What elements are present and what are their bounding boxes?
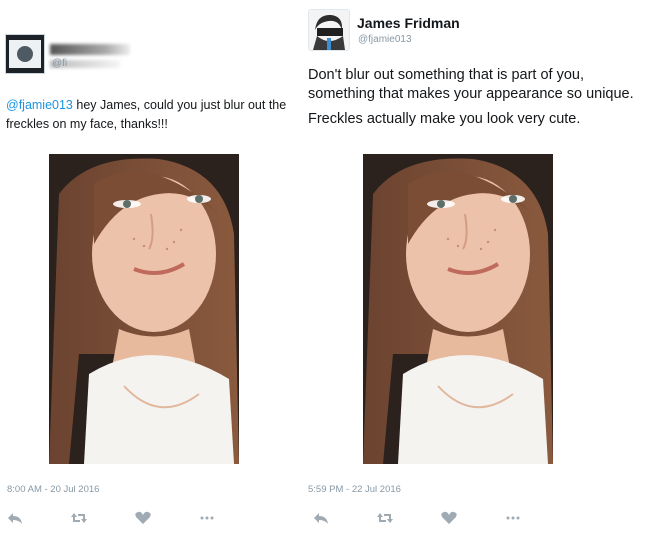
user-avatar[interactable] bbox=[5, 34, 45, 74]
avatar-emblem bbox=[17, 46, 33, 62]
author-name[interactable]: James Fridman bbox=[357, 15, 460, 31]
tweet-text: @fjamie013 hey James, could you just blu… bbox=[6, 96, 302, 134]
tweet-photo[interactable] bbox=[49, 154, 239, 464]
more-icon[interactable] bbox=[198, 510, 216, 526]
portrait-image bbox=[49, 154, 239, 464]
original-tweet: @fi @fjamie013 hey James, could you just… bbox=[0, 0, 300, 548]
heart-icon[interactable] bbox=[134, 510, 152, 526]
user-handle: @fi bbox=[52, 58, 68, 69]
tweet-paragraph: Freckles actually make you look very cut… bbox=[308, 111, 581, 127]
portrait-image bbox=[363, 154, 553, 464]
heart-icon[interactable] bbox=[440, 510, 458, 526]
tweet-text: Don't blur out something that is part of… bbox=[308, 66, 648, 135]
tweet-timestamp[interactable]: 8:00 AM - 20 Jul 2016 bbox=[7, 484, 99, 495]
reply-icon[interactable] bbox=[6, 510, 24, 526]
author-handle[interactable]: @fjamie013 bbox=[358, 34, 412, 45]
tweet-timestamp[interactable]: 5:59 PM - 22 Jul 2016 bbox=[308, 484, 401, 495]
mention-link[interactable]: @fjamie013 bbox=[6, 98, 73, 112]
reply-tweet: James Fridman @fjamie013 Don't blur out … bbox=[300, 0, 650, 548]
author-avatar[interactable] bbox=[308, 9, 350, 51]
blurred-display-name bbox=[50, 44, 130, 55]
tweet-photo[interactable] bbox=[363, 154, 553, 464]
tweet-actions bbox=[312, 510, 532, 526]
retweet-icon[interactable] bbox=[376, 510, 394, 526]
tweet-paragraph: Don't blur out something that is part of… bbox=[308, 67, 634, 102]
tweet-actions bbox=[6, 510, 226, 526]
reply-icon[interactable] bbox=[312, 510, 330, 526]
more-icon[interactable] bbox=[504, 510, 522, 526]
retweet-icon[interactable] bbox=[70, 510, 88, 526]
